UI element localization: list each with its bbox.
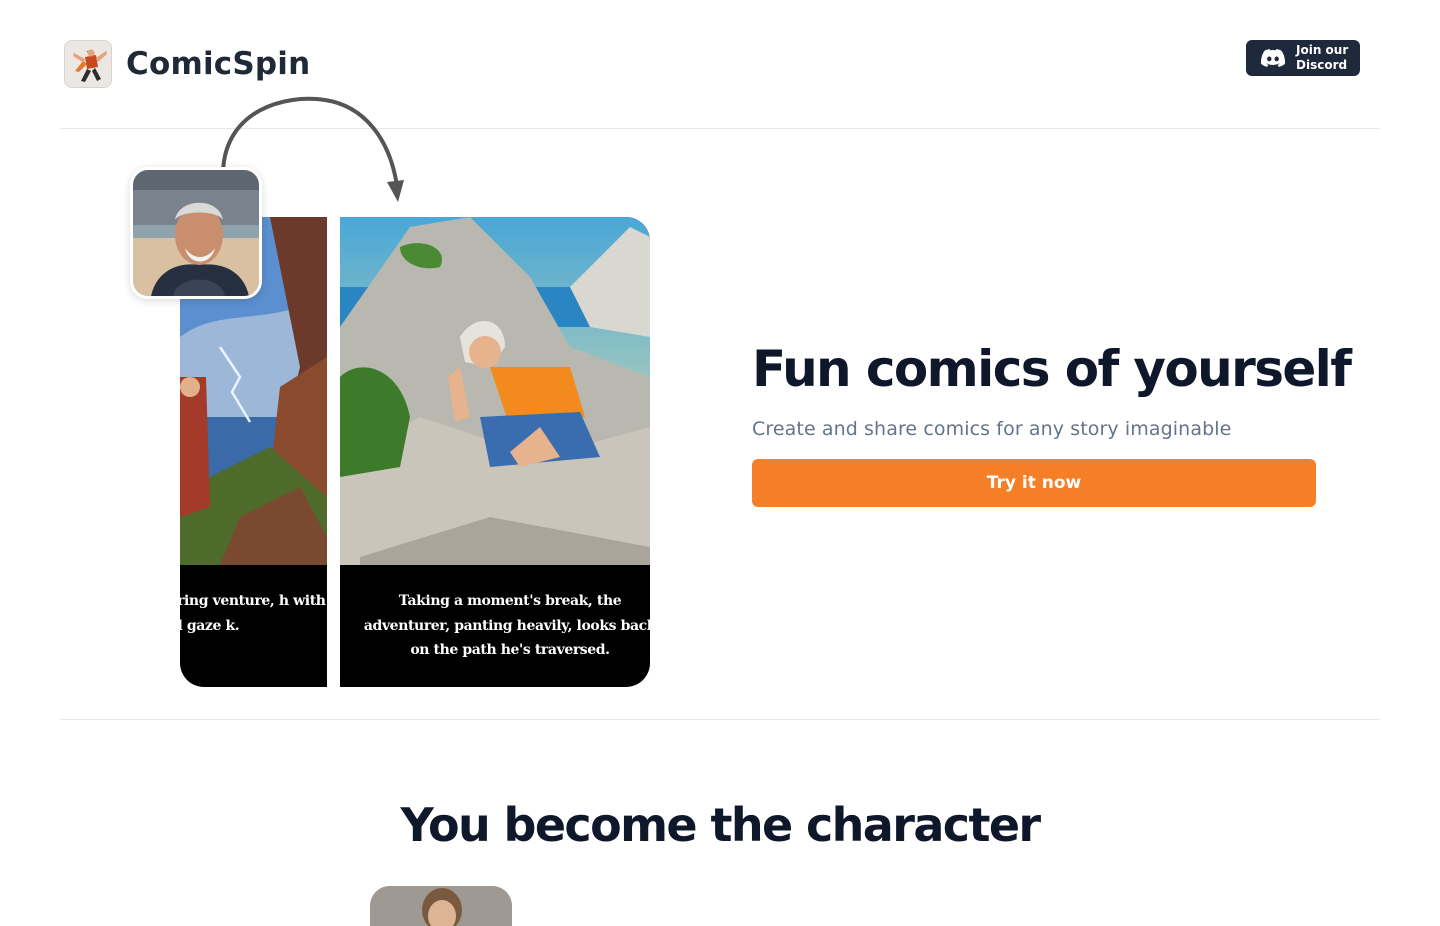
user-photo-image <box>133 170 259 296</box>
comic-panel-right-image <box>340 217 650 565</box>
hero-illustration: e daring venture, h with a fixed gaze k. <box>120 90 680 700</box>
hero-title: Fun comics of yourself <box>752 340 1352 398</box>
logo-icon[interactable] <box>64 40 112 88</box>
try-it-now-button[interactable]: Try it now <box>752 459 1316 507</box>
hero-divider <box>60 719 1380 720</box>
user-photo <box>130 167 262 299</box>
character-image <box>370 886 512 926</box>
discord-label: Join our Discord <box>1296 43 1349 72</box>
brand-name[interactable]: ComicSpin <box>126 44 310 84</box>
comic-caption-right: Taking a moment's break, the adventurer,… <box>363 593 650 658</box>
discord-icon <box>1261 49 1285 67</box>
comic-caption-left: e daring venture, h with a fixed gaze k. <box>180 593 327 634</box>
section-title: You become the character <box>400 798 1041 852</box>
hero-subtitle: Create and share comics for any story im… <box>752 418 1232 440</box>
comic-panel-right: Taking a moment's break, the adventurer,… <box>340 217 650 687</box>
panel-separator <box>327 217 340 687</box>
join-discord-button[interactable]: Join our Discord <box>1246 40 1360 76</box>
character-image-preview <box>370 886 512 926</box>
